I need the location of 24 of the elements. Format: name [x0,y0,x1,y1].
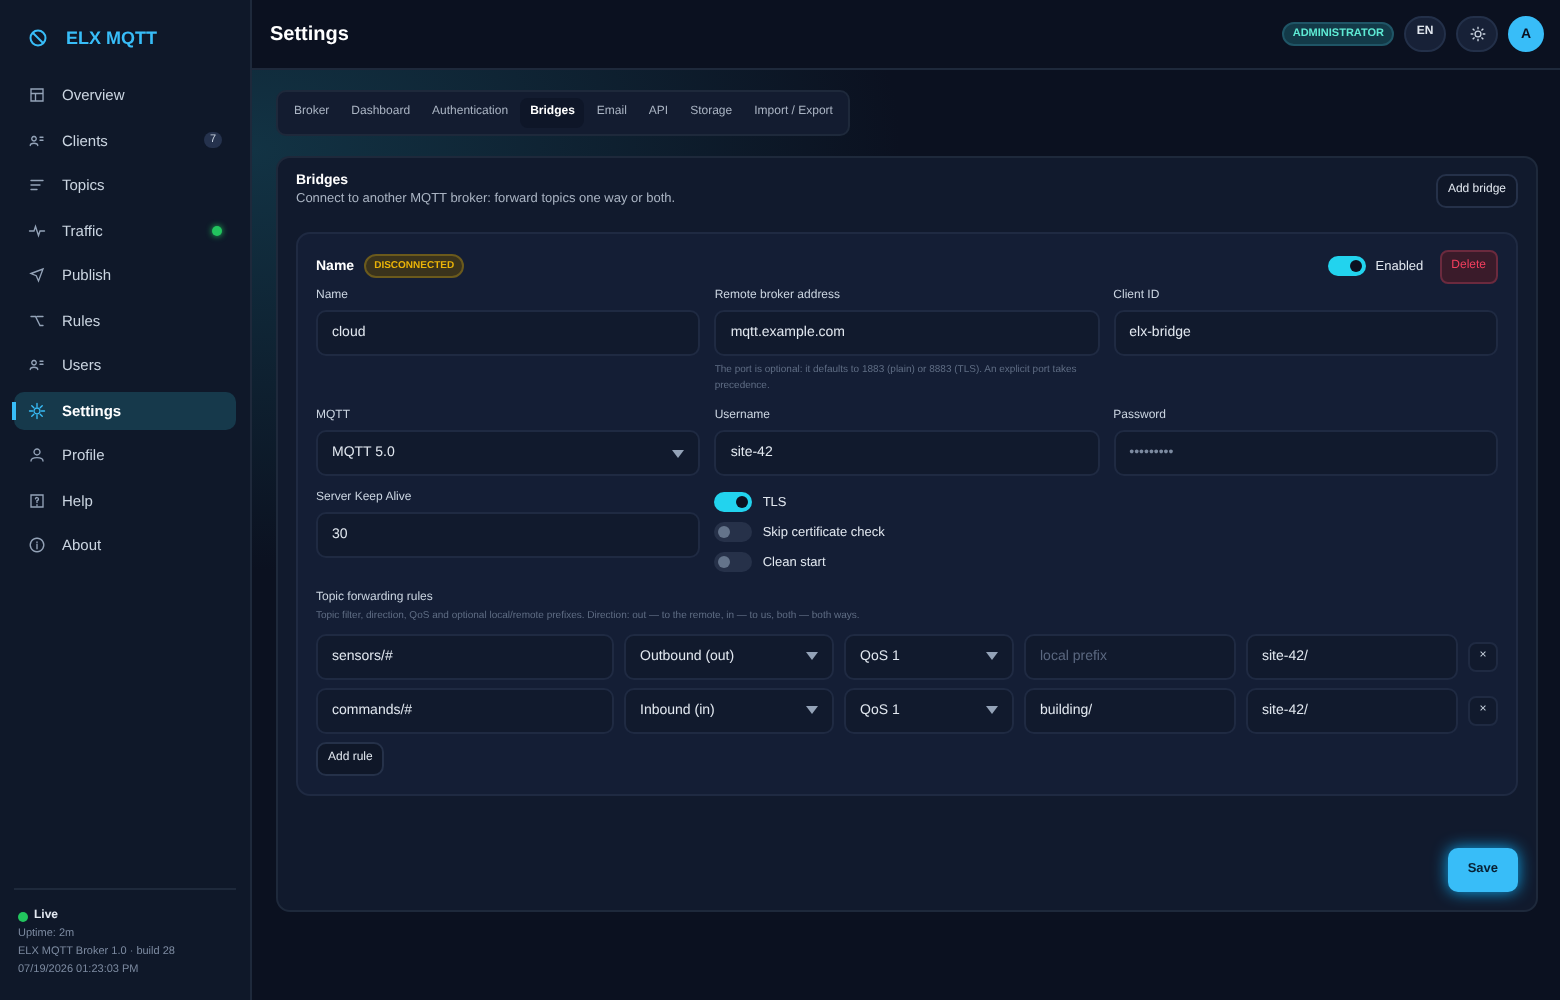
caret-icon [986,706,998,715]
branch-icon [28,311,46,330]
caret-icon [806,706,818,715]
users-icon [28,131,46,150]
theme-button[interactable] [1456,16,1498,52]
app-name: ELX MQTT [66,28,157,48]
question-icon [28,491,46,510]
page-title: Settings [270,23,349,45]
info-icon [28,536,46,555]
toggle-switch[interactable] [714,552,753,573]
sun-icon [1469,26,1485,42]
send-icon [28,266,46,285]
toggle-switch[interactable] [714,522,753,543]
toggle-switch[interactable] [714,492,753,513]
caret-icon [806,652,818,661]
caret-icon [672,449,685,458]
toggle-switch[interactable] [1327,256,1366,277]
users-icon [28,356,46,375]
status-dot [18,911,28,921]
pulse-icon [28,221,46,240]
lines-icon [28,176,46,195]
grid-icon [28,86,46,105]
person-icon [28,446,46,465]
caret-icon [986,652,998,661]
